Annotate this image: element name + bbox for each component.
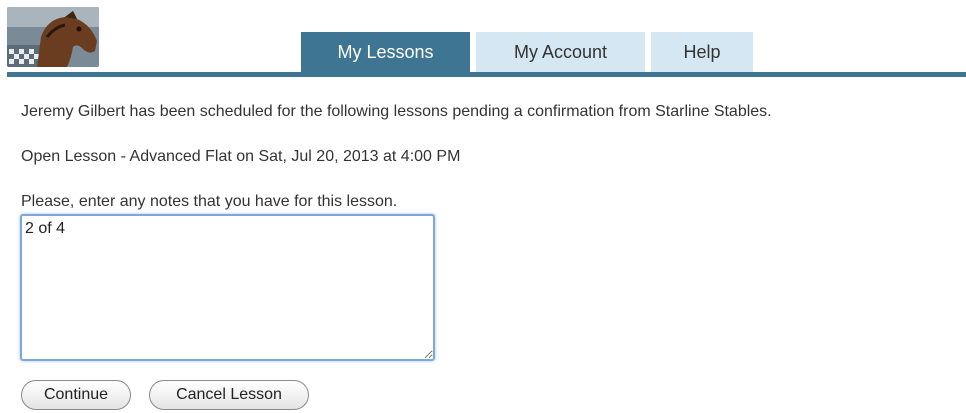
continue-button[interactable]: Continue — [21, 380, 131, 410]
nav-tabs: My Lessons My Account Help — [301, 32, 753, 72]
header-divider — [7, 72, 966, 77]
cancel-lesson-button[interactable]: Cancel Lesson — [149, 380, 309, 410]
lesson-details: Open Lesson - Advanced Flat on Sat, Jul … — [21, 148, 461, 165]
tab-my-lessons[interactable]: My Lessons — [301, 32, 470, 72]
page: My Lessons My Account Help Jeremy Gilber… — [0, 0, 966, 413]
horse-logo — [7, 7, 99, 67]
lesson-notes-textarea[interactable]: 2 of 4 — [20, 214, 435, 361]
notes-prompt: Please, enter any notes that you have fo… — [21, 193, 398, 210]
scheduled-message: Jeremy Gilbert has been scheduled for th… — [21, 103, 772, 120]
tab-help[interactable]: Help — [651, 32, 753, 72]
tab-my-account[interactable]: My Account — [476, 32, 645, 72]
